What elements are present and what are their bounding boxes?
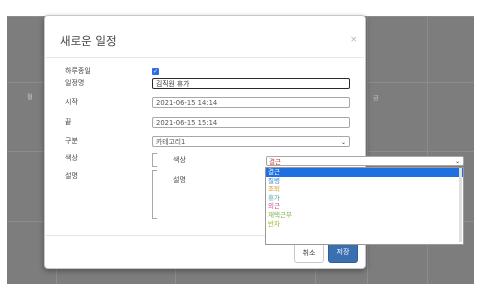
modal-title: 새로운 일정 (60, 34, 117, 48)
calendar-day-label: 금 (373, 95, 379, 102)
color-select-open[interactable]: 결근 ⌄ (266, 156, 464, 166)
event-name-input[interactable]: 김직원 휴가 (152, 78, 350, 89)
start-datetime-input[interactable]: 2021-06-15 14:14 (152, 97, 350, 108)
color-option-label: 외근 (268, 202, 280, 211)
category-value: 카테고리1 (156, 138, 186, 146)
subform-color-label: 색상 (173, 156, 186, 164)
event-name-label: 일정명 (65, 79, 85, 87)
end-label: 끝 (65, 118, 72, 126)
color-select-value: 결근 (269, 158, 281, 166)
modal-header-divider (46, 57, 364, 58)
category-select[interactable]: 카테고리1 ⌄ (152, 136, 350, 147)
calendar-day-label: 월 (27, 94, 33, 101)
chevron-down-icon: ⌄ (454, 158, 460, 165)
start-datetime-value: 2021-06-15 14:14 (156, 99, 218, 107)
category-label: 구분 (65, 137, 78, 145)
color-option-half-day[interactable]: 반차 (266, 220, 463, 229)
description-label: 설명 (65, 172, 78, 180)
end-datetime-value: 2021-06-15 15:14 (156, 119, 218, 127)
allday-label: 하루종일 (65, 67, 91, 75)
color-option-vacation[interactable]: 휴가 (266, 194, 463, 203)
color-option-label: 질병 (268, 176, 280, 185)
chevron-down-icon: ⌄ (340, 139, 346, 146)
color-option-early-leave[interactable]: 조퇴 (266, 185, 463, 194)
color-option-remote-work[interactable]: 재택근무 (266, 211, 463, 220)
end-datetime-input[interactable]: 2021-06-15 15:14 (152, 117, 350, 128)
color-option-label: 재택근무 (268, 210, 292, 219)
close-icon[interactable]: × (350, 35, 358, 45)
save-button[interactable]: 저장 (328, 242, 358, 263)
event-name-value: 김직원 휴가 (156, 80, 190, 88)
color-option-absence[interactable]: 결근 (266, 168, 463, 177)
dropdown-scrollbar[interactable] (459, 168, 462, 242)
color-option-label: 휴가 (268, 193, 280, 202)
color-option-label: 조퇴 (268, 185, 280, 194)
color-option-outside-work[interactable]: 외근 (266, 202, 463, 211)
color-option-label: 결근 (268, 168, 280, 176)
color-label: 색상 (65, 154, 78, 162)
color-dropdown-list: 결근 질병 조퇴 휴가 외근 재택근무 반차 (265, 167, 464, 245)
color-option-label: 반차 (268, 219, 280, 228)
color-option-sick[interactable]: 질병 (266, 177, 463, 186)
start-label: 시작 (65, 98, 78, 106)
subform-description-label: 설명 (173, 176, 186, 184)
cancel-button[interactable]: 취소 (294, 243, 324, 263)
allday-checkbox[interactable]: ✓ (152, 68, 159, 75)
subform-panel: 색상 설명 (157, 151, 265, 233)
